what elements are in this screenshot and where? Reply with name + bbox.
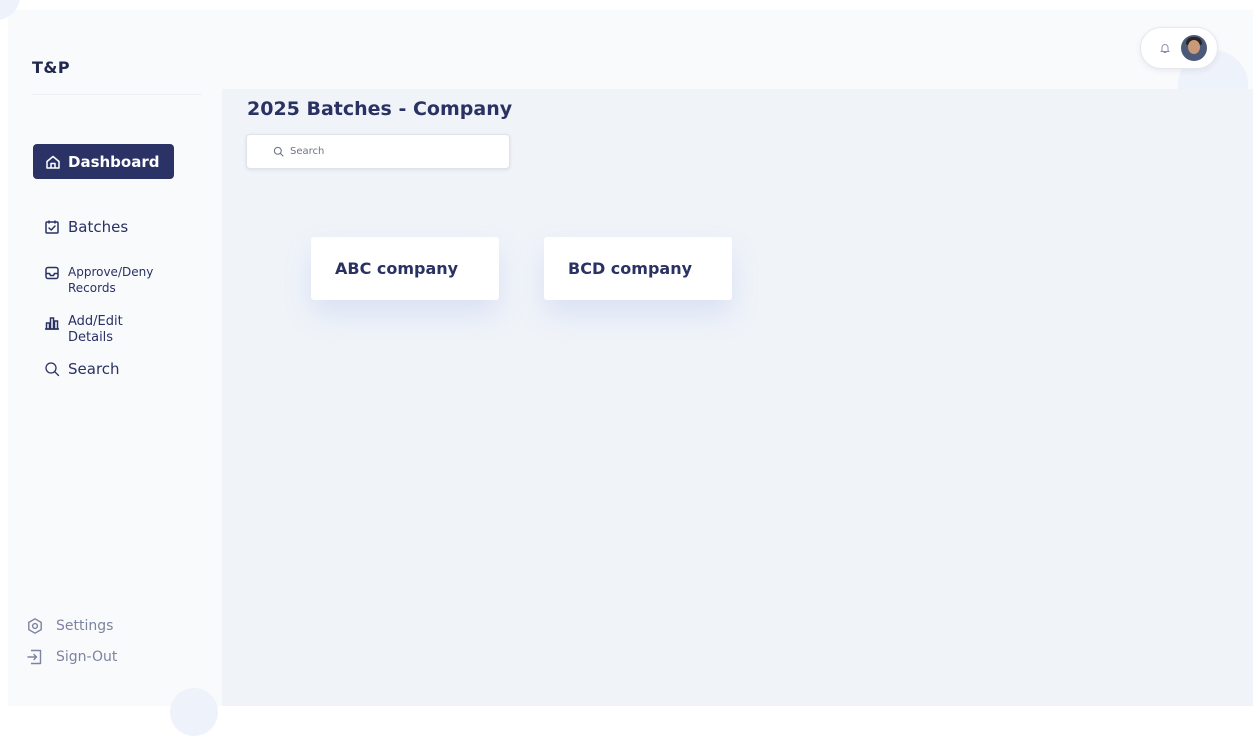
top-bar bbox=[222, 10, 1253, 89]
sidebar-item-batches[interactable]: Batches bbox=[44, 218, 128, 236]
sidebar-item-search[interactable]: Search bbox=[44, 360, 120, 378]
company-name: ABC company bbox=[335, 259, 459, 278]
search-icon bbox=[273, 146, 284, 157]
search-icon bbox=[45, 362, 60, 377]
main-content bbox=[222, 89, 1253, 706]
sidebar bbox=[8, 10, 222, 706]
avatar[interactable] bbox=[1181, 35, 1207, 61]
sidebar-item-add-edit[interactable]: Add/Edit Details bbox=[44, 314, 164, 346]
avatar-face bbox=[1188, 40, 1200, 54]
calendar-check-icon bbox=[45, 220, 59, 234]
sidebar-item-label: Batches bbox=[68, 218, 129, 236]
settings-label: Settings bbox=[56, 618, 114, 634]
sign-out-link[interactable]: Sign-Out bbox=[26, 648, 117, 666]
sidebar-item-approve-deny[interactable]: Approve/Deny Records bbox=[44, 264, 184, 296]
sign-out-label: Sign-Out bbox=[56, 649, 118, 665]
page-title: 2025 Batches - Company bbox=[247, 98, 513, 120]
sidebar-item-label: Add/Edit Details bbox=[68, 314, 123, 345]
sidebar-item-label: Dashboard bbox=[68, 152, 160, 171]
home-icon bbox=[46, 155, 60, 169]
settings-link[interactable]: Settings bbox=[26, 617, 113, 635]
company-card-bcd[interactable]: BCD company bbox=[544, 237, 732, 300]
sidebar-item-dashboard[interactable]: Dashboard bbox=[33, 144, 174, 179]
search-bar[interactable] bbox=[246, 134, 510, 169]
divider bbox=[32, 94, 202, 95]
gear-icon bbox=[28, 618, 42, 634]
company-name: BCD company bbox=[568, 259, 693, 278]
user-menu[interactable] bbox=[1140, 27, 1218, 69]
decorative-circle bbox=[170, 688, 218, 736]
search-input[interactable] bbox=[290, 146, 490, 157]
sidebar-item-label: Approve/Deny Records bbox=[68, 265, 154, 295]
company-card-abc[interactable]: ABC company bbox=[311, 237, 499, 300]
sign-out-icon bbox=[27, 649, 42, 665]
bell-icon[interactable] bbox=[1159, 42, 1171, 54]
bar-chart-icon bbox=[45, 317, 59, 330]
sidebar-item-label: Search bbox=[68, 360, 120, 378]
inbox-icon bbox=[45, 266, 59, 280]
app-logo[interactable]: T&P bbox=[32, 58, 70, 77]
